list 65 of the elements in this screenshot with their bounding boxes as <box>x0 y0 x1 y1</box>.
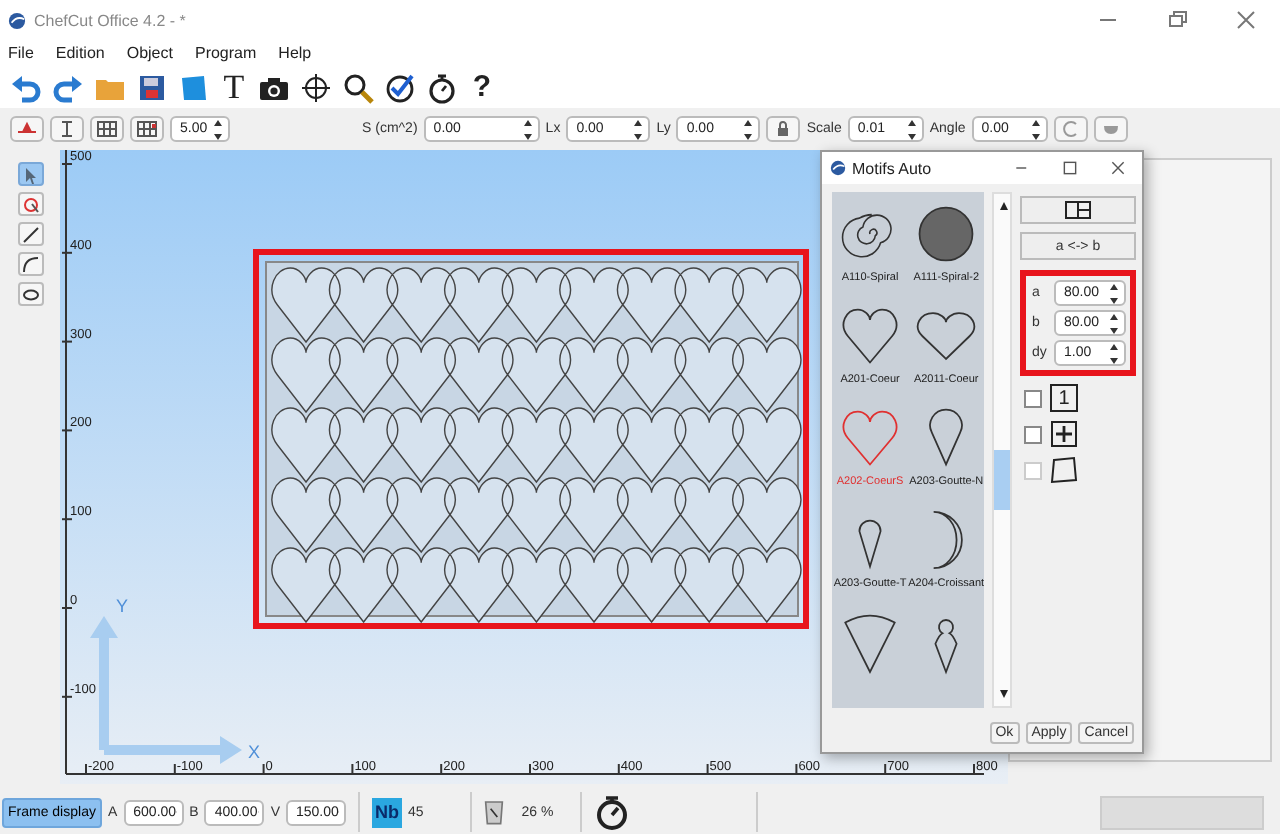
stopwatch-icon <box>593 794 630 830</box>
grid-icon <box>136 120 158 138</box>
menu-item[interactable]: Object <box>126 44 173 62</box>
spin-arrows-icon[interactable] <box>632 117 645 141</box>
stopwatch-icon[interactable] <box>426 71 458 103</box>
tool-button[interactable] <box>17 192 43 216</box>
check-circle-icon[interactable] <box>384 71 416 103</box>
search-icon[interactable] <box>342 71 374 103</box>
tool-button[interactable] <box>17 282 43 306</box>
redo-icon[interactable] <box>52 71 84 103</box>
text-cursor-icon <box>56 120 78 138</box>
ellipse-icon <box>21 285 39 303</box>
spin-arrows-icon[interactable] <box>742 117 755 141</box>
undo-icon[interactable] <box>10 71 42 103</box>
count-badge: Nb <box>371 797 402 827</box>
pointer-icon <box>21 165 39 183</box>
menu-item[interactable]: Edition <box>55 44 105 62</box>
app-logo-icon <box>8 11 26 29</box>
axis-label: X <box>248 742 261 762</box>
node-edit-icon <box>21 195 39 213</box>
scroll-down-icon[interactable] <box>998 688 1011 700</box>
axis-label: Y <box>116 596 129 616</box>
layout-icon <box>1064 200 1092 220</box>
spin-arrows-icon[interactable] <box>1108 341 1120 365</box>
spin-arrows-icon[interactable] <box>1108 311 1120 335</box>
menu-item[interactable]: File <box>8 44 34 62</box>
tool-button[interactable] <box>130 116 164 142</box>
layout-button[interactable] <box>1020 196 1136 224</box>
spin-arrows-icon[interactable] <box>1108 281 1120 305</box>
menu-item[interactable]: Program <box>194 44 257 62</box>
spin-arrows-icon[interactable] <box>521 117 534 141</box>
spin-arrows-icon[interactable] <box>905 117 918 141</box>
tool-button[interactable] <box>17 222 43 246</box>
floppy-icon[interactable] <box>136 71 168 103</box>
crosshair-icon[interactable] <box>300 71 332 103</box>
scrollbar[interactable] <box>992 192 1012 708</box>
tool-button[interactable] <box>50 116 84 142</box>
scroll-up-icon[interactable] <box>998 200 1011 212</box>
bowl-icon <box>1099 120 1122 138</box>
tool-button[interactable] <box>90 116 124 142</box>
scroll-thumb[interactable] <box>994 450 1010 510</box>
text-tool[interactable]: T <box>220 69 248 105</box>
arc-icon <box>21 255 39 273</box>
grid-icon <box>96 120 118 138</box>
menu-item[interactable]: Help <box>278 44 312 62</box>
plus-box-icon <box>1050 420 1078 448</box>
help-icon[interactable]: ? <box>468 69 496 105</box>
rotate-button[interactable] <box>1053 116 1088 142</box>
tool-button[interactable] <box>17 162 43 186</box>
flip-button[interactable] <box>1093 116 1128 142</box>
checkbox[interactable] <box>1024 389 1042 407</box>
rotate-icon <box>1059 120 1082 138</box>
sheet-icon[interactable] <box>178 71 210 103</box>
line-icon <box>21 225 39 243</box>
waste-bin-icon <box>483 798 504 826</box>
checkbox[interactable] <box>1024 425 1042 443</box>
tool-button[interactable] <box>17 252 43 276</box>
app-logo-icon <box>830 160 846 176</box>
spin-arrows-icon[interactable] <box>1029 117 1042 141</box>
node-icon <box>16 120 38 138</box>
window-title: ChefCut Office 4.2 - * <box>34 11 186 29</box>
spin-arrows-icon[interactable] <box>212 117 224 141</box>
dialog-title: Motifs Auto <box>852 159 932 177</box>
number-box: 1 <box>1050 384 1078 412</box>
lock-button[interactable] <box>766 116 801 142</box>
